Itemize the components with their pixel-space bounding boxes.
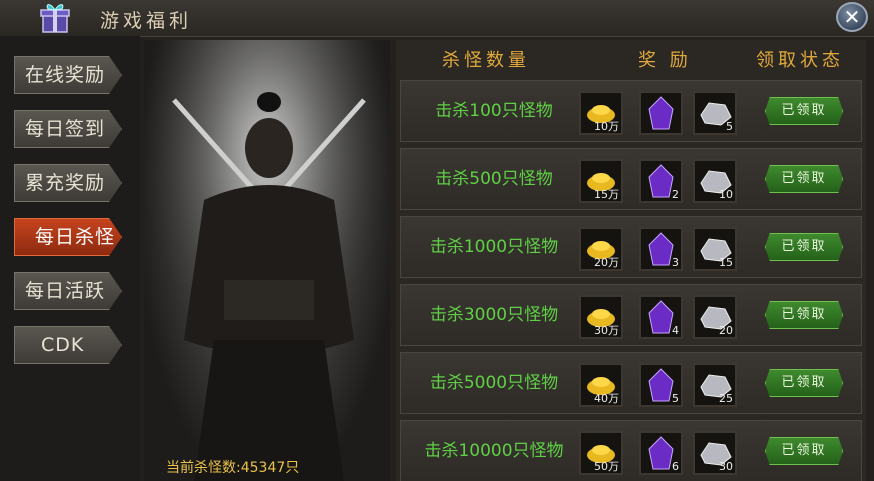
table-row: 击杀100只怪物 10万 5 已领取 xyxy=(400,80,862,142)
gem-amount: 6 xyxy=(672,460,679,473)
warrior-illustration xyxy=(144,40,390,481)
gold-amount: 30万 xyxy=(594,324,619,337)
claimed-button[interactable]: 已领取 xyxy=(765,301,843,329)
table-row: 击杀3000只怪物 30万 4 20 已领取 xyxy=(400,284,862,346)
ore-amount: 10 xyxy=(719,188,733,201)
ore-amount: 5 xyxy=(726,120,733,133)
kill-condition: 击杀10000只怪物 xyxy=(424,441,564,461)
gem-amount: 4 xyxy=(672,324,679,337)
gold-amount: 20万 xyxy=(594,256,619,269)
ore-amount: 15 xyxy=(719,256,733,269)
gem-reward-slot[interactable] xyxy=(639,91,683,135)
claimed-button[interactable]: 已领取 xyxy=(765,437,843,465)
kill-condition: 击杀100只怪物 xyxy=(435,101,553,121)
kill-condition: 击杀3000只怪物 xyxy=(429,305,559,325)
gold-reward-slot[interactable]: 20万 xyxy=(579,227,623,271)
claimed-button[interactable]: 已领取 xyxy=(765,165,843,193)
header-kill-count: 杀怪数量 xyxy=(442,50,530,71)
gem-reward-slot[interactable]: 3 xyxy=(639,227,683,271)
close-icon: ✕ xyxy=(843,5,861,29)
gem-reward-slot[interactable]: 5 xyxy=(639,363,683,407)
claimed-button[interactable]: 已领取 xyxy=(765,369,843,397)
gold-reward-slot[interactable]: 15万 xyxy=(579,159,623,203)
table-row: 击杀500只怪物 15万 2 10 已领取 xyxy=(400,148,862,210)
gold-reward-slot[interactable]: 30万 xyxy=(579,295,623,339)
purple-crystal-icon xyxy=(648,96,674,130)
gold-amount: 40万 xyxy=(594,392,619,405)
nav-daily-active[interactable]: 每日活跃 xyxy=(14,272,122,310)
ore-reward-slot[interactable]: 30 xyxy=(693,431,737,475)
ore-amount: 20 xyxy=(719,324,733,337)
gem-reward-slot[interactable]: 6 xyxy=(639,431,683,475)
header-reward: 奖 励 xyxy=(638,50,692,71)
gem-amount: 3 xyxy=(672,256,679,269)
kill-condition: 击杀1000只怪物 xyxy=(429,237,559,257)
gem-amount: 5 xyxy=(672,392,679,405)
window-title: 游戏福利 xyxy=(100,10,193,32)
warrior-portrait xyxy=(144,40,390,481)
gold-reward-slot[interactable]: 50万 xyxy=(579,431,623,475)
nav-online-reward[interactable]: 在线奖励 xyxy=(14,56,122,94)
gold-amount: 10万 xyxy=(594,120,619,133)
ore-reward-slot[interactable]: 20 xyxy=(693,295,737,339)
ore-reward-slot[interactable]: 15 xyxy=(693,227,737,271)
kill-condition: 击杀500只怪物 xyxy=(435,169,553,189)
gem-reward-slot[interactable]: 4 xyxy=(639,295,683,339)
gold-reward-slot[interactable]: 40万 xyxy=(579,363,623,407)
close-button[interactable]: ✕ xyxy=(836,2,868,32)
sidebar-nav: 在线奖励 每日签到 累充奖励 每日杀怪 每日活跃 CDK xyxy=(0,36,140,481)
claimed-button[interactable]: 已领取 xyxy=(765,233,843,261)
gold-amount: 15万 xyxy=(594,188,619,201)
header-claim-status: 领取状态 xyxy=(756,50,844,71)
ore-reward-slot[interactable]: 25 xyxy=(693,363,737,407)
gold-reward-slot[interactable]: 10万 xyxy=(579,91,623,135)
gem-amount: 2 xyxy=(672,188,679,201)
nav-cdk[interactable]: CDK xyxy=(14,326,122,364)
table-row: 击杀1000只怪物 20万 3 15 已领取 xyxy=(400,216,862,278)
gem-reward-slot[interactable]: 2 xyxy=(639,159,683,203)
ore-amount: 30 xyxy=(719,460,733,473)
nav-daily-kill[interactable]: 每日杀怪 xyxy=(14,218,122,256)
kill-condition: 击杀5000只怪物 xyxy=(429,373,559,393)
ore-amount: 25 xyxy=(719,392,733,405)
claimed-button[interactable]: 已领取 xyxy=(765,97,843,125)
ore-reward-slot[interactable]: 5 xyxy=(693,91,737,135)
current-kill-count: 当前杀怪数:45347只 xyxy=(166,460,300,476)
table-row: 击杀5000只怪物 40万 5 25 已领取 xyxy=(400,352,862,414)
gold-amount: 50万 xyxy=(594,460,619,473)
nav-recharge-reward[interactable]: 累充奖励 xyxy=(14,164,122,202)
table-row: 击杀10000只怪物 50万 6 30 已领取 xyxy=(400,420,862,481)
title-bar: 游戏福利 ✕ xyxy=(0,0,874,37)
nav-daily-signin[interactable]: 每日签到 xyxy=(14,110,122,148)
game-welfare-window: 游戏福利 ✕ 在线奖励 每日签到 累充奖励 每日杀怪 每日活跃 CDK 当前杀怪… xyxy=(0,0,874,481)
gift-box-icon xyxy=(40,4,70,33)
ore-reward-slot[interactable]: 10 xyxy=(693,159,737,203)
